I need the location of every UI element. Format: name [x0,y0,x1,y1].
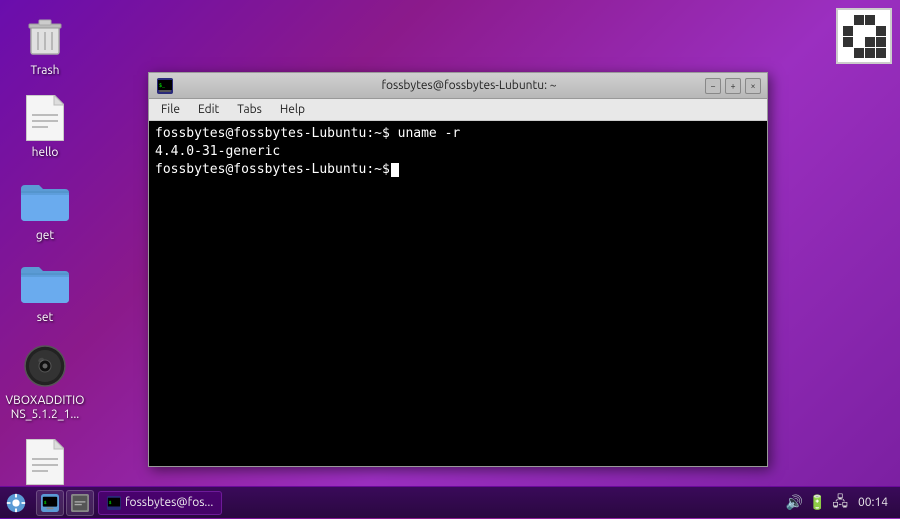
taskbar-clock: 00:14 [854,496,892,509]
logo-cell [876,15,886,25]
logo-cell [843,37,853,47]
logo-cell [876,26,886,36]
minimize-button[interactable]: − [705,78,721,94]
terminal-prompt: fossbytes@fossbytes-Lubuntu:~$ [155,161,390,179]
terminal-titlebar: $_ fossbytes@fossbytes-Lubuntu: ~ − + × [149,73,767,99]
logo-cell [854,15,864,25]
terminal-line-2: 4.4.0-31-generic [155,143,761,161]
desktop-icons-panel: Trash hello [0,0,90,517]
desktop-icon-vboxadditions[interactable]: VBOXADDITIONS_5.1.2_1... [0,338,90,427]
menu-edit[interactable]: Edit [190,101,227,118]
terminal-menubar: File Edit Tabs Help [149,99,767,121]
hello-icon-img [21,94,69,142]
taskbar-apps: $ [32,490,98,516]
vboxadditions-icon-img [21,342,69,390]
trash-icon-img [21,12,69,60]
set-icon-img [21,259,69,307]
logo-cell [876,37,886,47]
desktop-icon-get[interactable]: get [0,173,90,247]
logo-cell [865,15,875,25]
desktop-icon-hello[interactable]: hello [0,90,90,164]
svg-text:$: $ [109,500,112,505]
terminal-title: fossbytes@fossbytes-Lubuntu: ~ [179,79,759,92]
terminal-window-icon: $_ [157,78,173,94]
terminal-line-1: fossbytes@fossbytes-Lubuntu:~$ uname -r [155,125,761,143]
terminal-body[interactable]: fossbytes@fossbytes-Lubuntu:~$ uname -r … [149,121,767,466]
terminal-line-3: fossbytes@fossbytes-Lubuntu:~$ [155,161,761,179]
logo-cell [843,48,853,58]
vboxadditions-label: VBOXADDITIONS_5.1.2_1... [4,394,86,423]
trash-label: Trash [30,64,59,78]
menu-file[interactable]: File [153,101,188,118]
desktop: Trash hello [0,0,900,518]
volume-tray-icon[interactable]: 🔊 [785,494,802,511]
taskbar-systray: 🔊 🔋 🖧 00:14 [777,491,900,515]
logo-grid [843,15,886,58]
terminal-window: $_ fossbytes@fossbytes-Lubuntu: ~ − + × … [148,72,768,467]
desktop-icon-set[interactable]: set [0,255,90,329]
logo-cell [854,48,864,58]
get-icon-img [21,177,69,225]
svg-text:$: $ [44,499,47,505]
corner-logo [836,8,892,64]
taskbar-terminal-label: fossbytes@fos... [125,496,213,509]
menu-tabs[interactable]: Tabs [229,101,270,118]
logo-cell [865,48,875,58]
taskbar-terminal-button[interactable]: $ fossbytes@fos... [98,491,222,515]
logo-cell [876,48,886,58]
taskbar: $ $ fossbytes@fos... 🔊 [0,486,900,518]
lmfile-icon-img [21,438,69,486]
maximize-button[interactable]: + [725,78,741,94]
set-label: set [37,311,54,325]
logo-cell [865,26,875,36]
logo-cell [865,37,875,47]
svg-text:$_: $_ [159,83,166,89]
logo-cell [843,15,853,25]
hello-label: hello [32,146,59,160]
taskbar-app-2[interactable] [66,490,94,516]
battery-tray-icon[interactable]: 🔋 [809,494,826,511]
close-button[interactable]: × [745,78,761,94]
taskbar-app-1[interactable]: $ [36,490,64,516]
desktop-icon-trash[interactable]: Trash [0,8,90,82]
logo-cell [854,37,864,47]
terminal-cursor [391,163,399,177]
logo-cell [843,26,853,36]
start-button[interactable] [0,487,32,519]
window-controls: − + × [705,78,761,94]
network-tray-icon[interactable]: 🖧 [832,491,848,515]
menu-help[interactable]: Help [272,101,313,118]
get-label: get [36,229,54,243]
logo-cell [854,26,864,36]
